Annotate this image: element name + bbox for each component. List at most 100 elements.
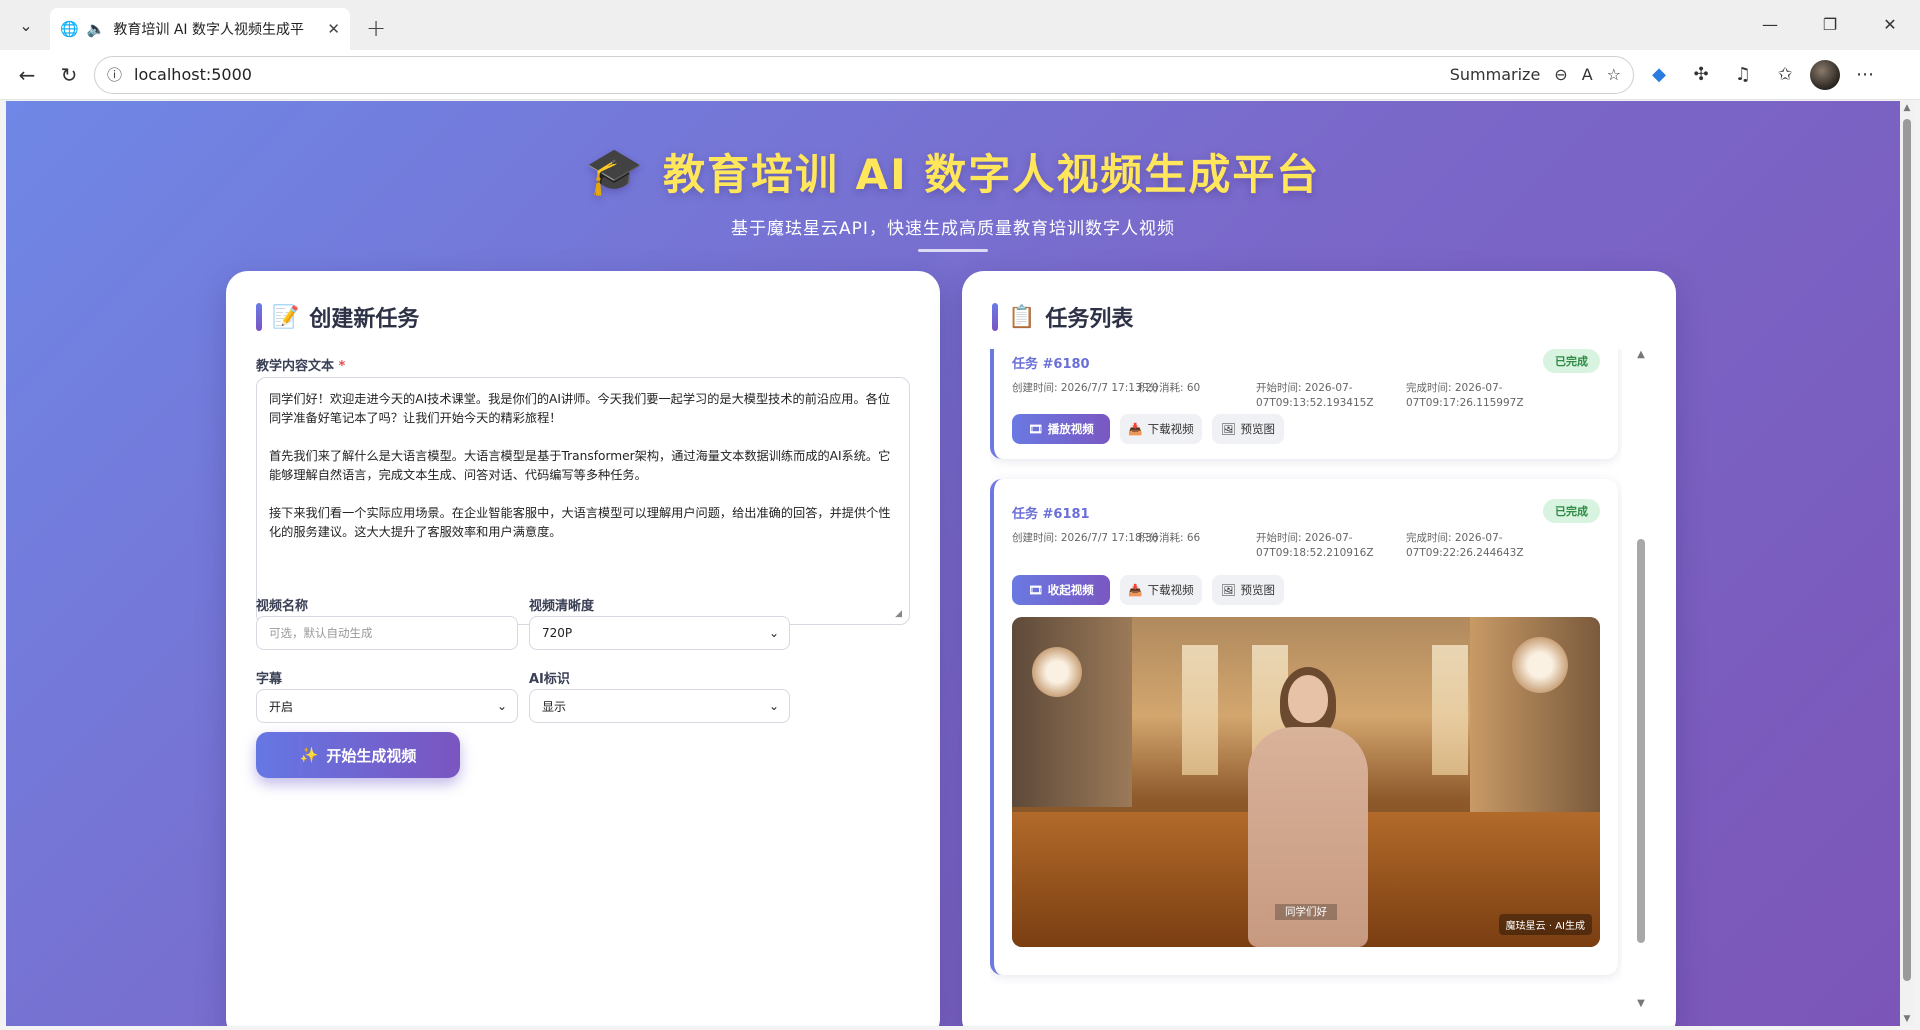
chevron-down-icon: ⌄ xyxy=(768,626,779,640)
clipboard-icon: 📋 xyxy=(1008,304,1036,330)
credit-cost: 积分消耗: 60 xyxy=(1138,382,1201,394)
memo-icon: 📝 xyxy=(272,304,300,330)
preview-image-button[interactable]: 🖼 预览图 xyxy=(1212,414,1284,444)
video-scene-window xyxy=(1432,645,1468,775)
tab-actions-chevron-icon[interactable]: ⌄ xyxy=(8,7,44,43)
scroll-down-icon[interactable]: ▼ xyxy=(1900,1014,1914,1024)
download-video-button[interactable]: 📥 下载视频 xyxy=(1120,575,1202,605)
graduation-cap-icon: 🎓 xyxy=(585,144,645,198)
finish-time: 完成时间: 2026-07-07T09:22:26.244643Z xyxy=(1406,532,1524,559)
close-tab-icon[interactable]: ✕ xyxy=(327,20,340,38)
collapse-video-button[interactable]: 🎞 收起视频 xyxy=(1012,575,1110,605)
resolution-label: 视频清晰度 xyxy=(529,599,595,614)
resize-handle[interactable]: ◢ xyxy=(895,609,902,1026)
media-icon[interactable]: ♫ xyxy=(1726,58,1760,92)
title-divider xyxy=(918,249,988,252)
film-icon: 🎞 xyxy=(1028,422,1043,436)
content-textarea[interactable]: 同学们好！欢迎走进今天的AI技术课堂。我是你们的AI讲师。今天我们要一起学习的是… xyxy=(256,377,910,625)
film-icon: 🎞 xyxy=(1028,583,1043,597)
favorite-star-icon[interactable]: ☆ xyxy=(1607,65,1621,84)
subtitle-label: 字幕 xyxy=(256,672,283,687)
download-icon: 📥 xyxy=(1128,422,1143,436)
page-subtitle: 基于魔珐星云API，快速生成高质量教育培训数字人视频 xyxy=(731,219,1175,239)
page-scrollbar[interactable]: ▲ ▼ xyxy=(1900,101,1914,1026)
start-generate-button[interactable]: ✨ 开始生成视频 xyxy=(256,732,460,778)
zoom-icon[interactable]: ⊖ xyxy=(1554,65,1567,84)
url-text[interactable]: localhost:5000 xyxy=(134,65,1438,84)
task-list-title: 📋 任务列表 xyxy=(992,301,1133,333)
refresh-icon[interactable]: ↻ xyxy=(52,58,86,92)
minimize-icon[interactable]: — xyxy=(1740,0,1800,48)
video-player[interactable]: 同学们好 魔珐星云 · AI生成 xyxy=(1012,617,1600,947)
create-task-panel: 📝 创建新任务 教学内容文本 * 同学们好！欢迎走进今天的AI技术课堂。我是你们… xyxy=(226,271,940,1026)
task-card: 任务 #6181 已完成 创建时间: 2026/7/7 17:18:36 积分消… xyxy=(990,479,1618,975)
read-aloud-icon[interactable]: A xyxy=(1582,65,1593,84)
video-scene-window xyxy=(1182,645,1218,775)
start-time: 开始时间: 2026-07-07T09:13:52.193415Z xyxy=(1256,382,1374,409)
omnibox[interactable]: ⓘ localhost:5000 Summarize ⊖ A ☆ xyxy=(94,55,1634,94)
tab-title: 教育培训 AI 数字人视频生成平 xyxy=(113,22,304,38)
close-window-icon[interactable]: ✕ xyxy=(1860,0,1920,48)
video-scene-flower xyxy=(1512,637,1568,693)
hero: 🎓 教育培训 AI 数字人视频生成平台 基于魔珐星云API，快速生成高质量教育培… xyxy=(6,101,1900,252)
sparkle-icon: ✨ xyxy=(299,746,319,764)
video-scene-flower xyxy=(1032,647,1082,697)
task-card: 任务 #6180 已完成 创建时间: 2026/7/7 17:13:20 积分消… xyxy=(990,349,1618,459)
created-time: 创建时间: 2026/7/7 17:18:36 xyxy=(1012,532,1159,544)
title-accent-bar xyxy=(992,303,998,331)
ai-mark-select[interactable]: 显示 ⌄ xyxy=(529,689,790,723)
task-id: 任务 #6181 xyxy=(1012,507,1090,522)
summarize-button[interactable]: Summarize xyxy=(1450,65,1541,84)
extensions-puzzle-icon[interactable]: ✣ xyxy=(1684,58,1718,92)
page-viewport: 🎓 教育培训 AI 数字人视频生成平台 基于魔珐星云API，快速生成高质量教育培… xyxy=(6,101,1900,1026)
scroll-thumb[interactable] xyxy=(1903,119,1911,981)
finish-time: 完成时间: 2026-07-07T09:17:26.115997Z xyxy=(1406,382,1524,409)
create-task-title: 📝 创建新任务 xyxy=(256,301,419,333)
resolution-select[interactable]: 720P ⌄ xyxy=(529,616,790,650)
more-menu-icon[interactable]: ⋯ xyxy=(1848,58,1882,92)
restore-icon[interactable]: ❐ xyxy=(1800,0,1860,48)
task-list-scrollbar[interactable]: ▲ ▼ xyxy=(1634,349,1648,1009)
image-icon: 🖼 xyxy=(1220,422,1236,436)
speaker-icon[interactable]: 🔈 xyxy=(87,20,106,38)
tab-strip: ⌄ 🌐 🔈 教育培训 AI 数字人视频生成平 ✕ + — ❐ ✕ xyxy=(0,0,1920,50)
title-accent-bar xyxy=(256,303,262,331)
play-video-button[interactable]: 🎞 播放视频 xyxy=(1012,414,1110,444)
extension-shield-icon[interactable]: ◆ xyxy=(1642,58,1676,92)
chevron-down-icon: ⌄ xyxy=(768,699,779,713)
video-name-label: 视频名称 xyxy=(256,599,309,614)
ai-mark-label: AI标识 xyxy=(529,672,570,687)
browser-tab[interactable]: 🌐 🔈 教育培训 AI 数字人视频生成平 ✕ xyxy=(50,8,350,50)
download-icon: 📥 xyxy=(1128,583,1143,597)
start-time: 开始时间: 2026-07-07T09:18:52.210916Z xyxy=(1256,532,1374,559)
video-name-input[interactable]: 可选，默认自动生成 xyxy=(256,616,518,650)
status-badge: 已完成 xyxy=(1543,499,1600,523)
scroll-thumb[interactable] xyxy=(1637,539,1645,943)
image-icon: 🖼 xyxy=(1220,583,1236,597)
scroll-up-icon[interactable]: ▲ xyxy=(1634,349,1648,360)
ai-watermark: 魔珐星云 · AI生成 xyxy=(1498,914,1592,935)
chevron-down-icon: ⌄ xyxy=(496,699,507,713)
favorites-icon[interactable]: ✩ xyxy=(1768,58,1802,92)
preview-image-button[interactable]: 🖼 预览图 xyxy=(1212,575,1284,605)
created-time: 创建时间: 2026/7/7 17:13:20 xyxy=(1012,382,1159,394)
scroll-up-icon[interactable]: ▲ xyxy=(1900,103,1914,113)
credit-cost: 积分消耗: 66 xyxy=(1138,532,1201,544)
task-id: 任务 #6180 xyxy=(1012,357,1090,372)
subtitle-select[interactable]: 开启 ⌄ xyxy=(256,689,518,723)
video-scene-wall xyxy=(1012,617,1132,807)
info-icon[interactable]: ⓘ xyxy=(107,64,122,85)
profile-avatar[interactable] xyxy=(1810,59,1840,90)
task-list-panel: 📋 任务列表 任务 #6180 已完成 创建时间: 2026/7/7 17:13… xyxy=(962,271,1676,1026)
digital-human-head xyxy=(1288,675,1328,723)
scroll-down-icon[interactable]: ▼ xyxy=(1634,998,1648,1009)
status-badge: 已完成 xyxy=(1543,349,1600,373)
task-list[interactable]: 任务 #6180 已完成 创建时间: 2026/7/7 17:13:20 积分消… xyxy=(990,349,1622,1026)
new-tab-button[interactable]: + xyxy=(358,10,394,46)
globe-icon: 🌐 xyxy=(60,20,79,38)
address-bar: ← ↻ ⓘ localhost:5000 Summarize ⊖ A ☆ ◆ ✣… xyxy=(0,50,1920,100)
page-title: 🎓 教育培训 AI 数字人视频生成平台 xyxy=(585,144,1321,199)
content-label: 教学内容文本 * xyxy=(256,359,346,374)
download-video-button[interactable]: 📥 下载视频 xyxy=(1120,414,1202,444)
back-icon[interactable]: ← xyxy=(10,58,44,92)
